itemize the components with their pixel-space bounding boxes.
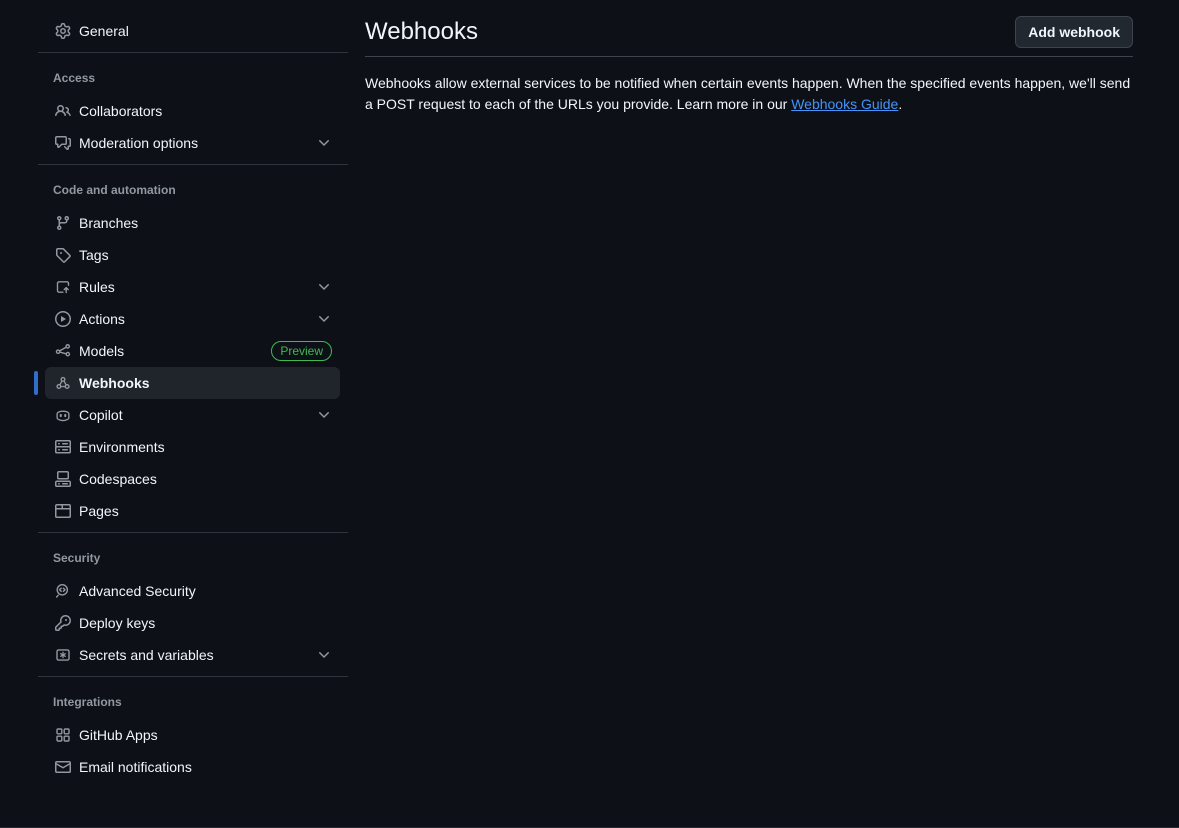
sidebar-item-moderation-options[interactable]: Moderation options <box>45 127 340 159</box>
sidebar-item-advanced-security[interactable]: Advanced Security <box>45 575 340 607</box>
chevron-down-icon <box>316 407 332 423</box>
git-branch-icon <box>55 215 71 231</box>
sidebar-item-label: Collaborators <box>79 103 332 119</box>
sidebar-item-general[interactable]: General <box>45 15 340 47</box>
section-header-integrations: Integrations <box>53 693 348 711</box>
sidebar-item-label: Environments <box>79 439 332 455</box>
webhooks-settings-panel: Webhooks Add webhook Webhooks allow exte… <box>348 0 1179 828</box>
settings-page: General Access Collaborators Moderation … <box>0 0 1179 828</box>
sidebar-item-webhooks[interactable]: Webhooks <box>45 367 340 399</box>
codespaces-icon <box>55 471 71 487</box>
settings-sidebar: General Access Collaborators Moderation … <box>0 0 348 828</box>
sidebar-item-copilot[interactable]: Copilot <box>45 399 340 431</box>
sidebar-item-label: Actions <box>79 311 308 327</box>
description-text-end: . <box>898 96 902 112</box>
sidebar-item-label: Tags <box>79 247 332 263</box>
sidebar-item-label: Codespaces <box>79 471 332 487</box>
sidebar-item-label: Models <box>79 343 263 359</box>
copilot-icon <box>55 407 71 423</box>
nav-section-code-and-automation: Branches Tags Rules <box>0 207 348 527</box>
sidebar-item-tags[interactable]: Tags <box>45 239 340 271</box>
add-webhook-button[interactable]: Add webhook <box>1015 16 1133 48</box>
webhooks-description: Webhooks allow external services to be n… <box>365 73 1133 115</box>
codescan-icon <box>55 583 71 599</box>
sidebar-item-label: Deploy keys <box>79 615 332 631</box>
sidebar-item-secrets-and-variables[interactable]: Secrets and variables <box>45 639 340 671</box>
sidebar-item-pages[interactable]: Pages <box>45 495 340 527</box>
sidebar-item-rules[interactable]: Rules <box>45 271 340 303</box>
section-header-code-and-automation: Code and automation <box>53 181 348 199</box>
sidebar-divider <box>38 164 348 165</box>
sidebar-item-label: Pages <box>79 503 332 519</box>
sidebar-item-label: Email notifications <box>79 759 332 775</box>
panel-header: Webhooks Add webhook <box>365 16 1133 57</box>
sidebar-item-environments[interactable]: Environments <box>45 431 340 463</box>
sidebar-item-label: Moderation options <box>79 135 308 151</box>
webhooks-guide-link[interactable]: Webhooks Guide <box>791 96 898 112</box>
tag-icon <box>55 247 71 263</box>
sidebar-item-label: Advanced Security <box>79 583 332 599</box>
ai-model-icon <box>55 343 71 359</box>
sidebar-item-models[interactable]: Models Preview <box>45 335 340 367</box>
chevron-down-icon <box>316 279 332 295</box>
key-icon <box>55 615 71 631</box>
active-nav-indicator <box>34 371 38 395</box>
sidebar-item-label: Copilot <box>79 407 308 423</box>
sidebar-item-actions[interactable]: Actions <box>45 303 340 335</box>
sidebar-divider <box>38 52 348 53</box>
sidebar-item-label: GitHub Apps <box>79 727 332 743</box>
page-title: Webhooks <box>365 16 478 48</box>
sidebar-item-label: Rules <box>79 279 308 295</box>
chevron-down-icon <box>316 311 332 327</box>
browser-icon <box>55 503 71 519</box>
play-icon <box>55 311 71 327</box>
sidebar-divider <box>38 676 348 677</box>
sidebar-item-label: Branches <box>79 215 332 231</box>
sidebar-item-github-apps[interactable]: GitHub Apps <box>45 719 340 751</box>
webhook-icon <box>55 375 71 391</box>
section-header-access: Access <box>53 69 348 87</box>
description-text: Webhooks allow external services to be n… <box>365 75 1130 112</box>
sidebar-item-collaborators[interactable]: Collaborators <box>45 95 340 127</box>
nav-section-integrations: GitHub Apps Email notifications <box>0 719 348 783</box>
sidebar-item-codespaces[interactable]: Codespaces <box>45 463 340 495</box>
chevron-down-icon <box>316 135 332 151</box>
nav-section-security: Advanced Security Deploy keys Secrets an… <box>0 575 348 671</box>
nav-section-general: General <box>0 15 348 47</box>
gear-icon <box>55 23 71 39</box>
server-icon <box>55 439 71 455</box>
nav-section-access: Collaborators Moderation options <box>0 95 348 159</box>
sidebar-item-label: General <box>79 23 332 39</box>
apps-grid-icon <box>55 727 71 743</box>
asterisk-box-icon <box>55 647 71 663</box>
sidebar-item-deploy-keys[interactable]: Deploy keys <box>45 607 340 639</box>
people-icon <box>55 103 71 119</box>
preview-badge: Preview <box>271 341 332 361</box>
sidebar-item-label: Secrets and variables <box>79 647 308 663</box>
sidebar-divider <box>38 532 348 533</box>
mail-icon <box>55 759 71 775</box>
sidebar-item-email-notifications[interactable]: Email notifications <box>45 751 340 783</box>
sidebar-item-label: Webhooks <box>79 375 332 391</box>
comment-discussion-icon <box>55 135 71 151</box>
chevron-down-icon <box>316 647 332 663</box>
sidebar-item-branches[interactable]: Branches <box>45 207 340 239</box>
section-header-security: Security <box>53 549 348 567</box>
rules-icon <box>55 279 71 295</box>
